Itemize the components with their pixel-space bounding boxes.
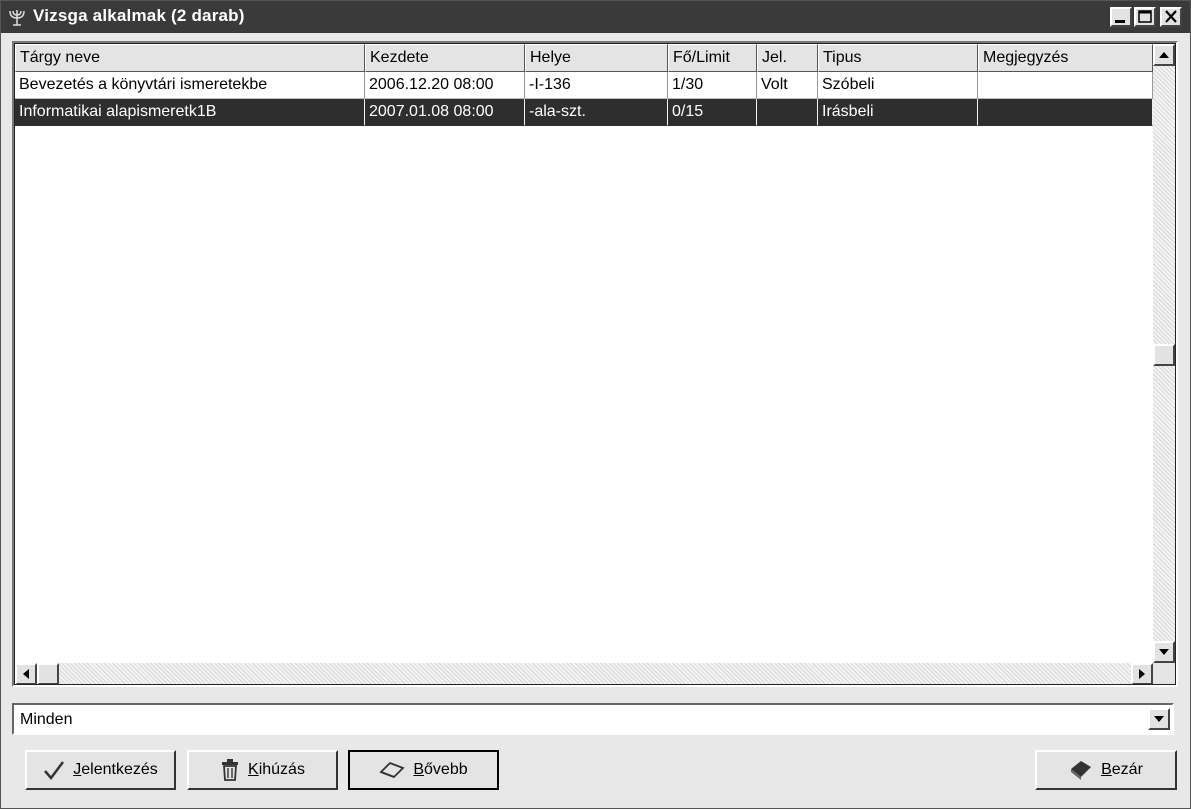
table-header: Tárgy neve Kezdete Helye Fő/Limit Jel. T… — [15, 44, 1153, 72]
vertical-scrollbar[interactable] — [1153, 44, 1175, 663]
cell-place: -ala-szt. — [525, 99, 668, 126]
eraser-icon — [379, 761, 405, 779]
close-window-button[interactable] — [1160, 7, 1182, 27]
column-header-jel[interactable]: Jel. — [757, 44, 818, 72]
close-button[interactable]: Bezár — [1035, 750, 1177, 790]
cell-jel — [757, 99, 818, 126]
book-icon — [1071, 761, 1092, 780]
cell-note — [978, 99, 1153, 126]
exam-table: Tárgy neve Kezdete Helye Fő/Limit Jel. T… — [14, 43, 1176, 685]
apply-button[interactable]: Jelentkezés — [25, 750, 176, 790]
horizontal-scrollbar[interactable] — [15, 663, 1153, 684]
dropdown-button[interactable] — [1148, 708, 1170, 730]
scroll-right-button[interactable] — [1131, 663, 1153, 684]
maximize-icon — [1138, 10, 1152, 23]
cell-start: 2006.12.20 08:00 — [365, 72, 525, 99]
column-header-start[interactable]: Kezdete — [365, 44, 525, 72]
close-icon — [1165, 10, 1177, 23]
minimize-icon — [1115, 20, 1125, 23]
cell-type: Szóbeli — [818, 72, 978, 99]
filter-dropdown[interactable]: Minden — [12, 703, 1174, 735]
cell-jel: Volt — [757, 72, 818, 99]
arrow-right-icon — [1139, 669, 1145, 679]
scroll-up-button[interactable] — [1153, 44, 1175, 66]
trash-icon — [222, 759, 239, 781]
column-header-place[interactable]: Helye — [525, 44, 668, 72]
close-button-label: Bezár — [1101, 761, 1143, 778]
arrow-down-icon — [1159, 649, 1169, 655]
more-button-label: Bővebb — [413, 761, 468, 778]
more-button[interactable]: Bővebb — [348, 750, 499, 790]
cell-subject: Bevezetés a könyvtári ismeretekbe — [15, 72, 365, 99]
arrow-left-icon — [23, 669, 29, 679]
maximize-button[interactable] — [1134, 7, 1156, 27]
column-header-note[interactable]: Megjegyzés — [978, 44, 1153, 72]
column-header-subject[interactable]: Tárgy neve — [15, 44, 365, 72]
arrow-up-icon — [1159, 52, 1169, 58]
column-header-limit[interactable]: Fő/Limit — [668, 44, 757, 72]
cell-note — [978, 72, 1153, 99]
cell-subject: Informatikai alapismeretk1B — [15, 99, 365, 126]
title-bar[interactable]: Vizsga alkalmak (2 darab) — [1, 1, 1190, 33]
menorah-icon — [9, 10, 25, 26]
vertical-scroll-thumb[interactable] — [1153, 344, 1175, 366]
chevron-down-icon — [1154, 716, 1164, 722]
filter-value: Minden — [20, 711, 73, 728]
cell-type: Irásbeli — [818, 99, 978, 126]
cell-start: 2007.01.08 08:00 — [365, 99, 525, 126]
window-title: Vizsga alkalmak (2 darab) — [33, 6, 245, 25]
horizontal-scroll-thumb[interactable] — [37, 663, 59, 684]
cell-limit: 0/15 — [668, 99, 757, 126]
checkmark-icon — [44, 761, 65, 780]
apply-button-label: Jelentkezés — [73, 761, 158, 778]
column-header-type[interactable]: Tipus — [818, 44, 978, 72]
cell-place: -I-136 — [525, 72, 668, 99]
cell-limit: 1/30 — [668, 72, 757, 99]
exam-window: Vizsga alkalmak (2 darab) Tárgy neve Kez… — [0, 0, 1191, 809]
remove-button-label: Kihúzás — [248, 761, 305, 778]
remove-button[interactable]: Kihúzás — [187, 750, 338, 790]
scroll-left-button[interactable] — [15, 663, 37, 684]
exam-table-frame: Tárgy neve Kezdete Helye Fő/Limit Jel. T… — [12, 41, 1178, 687]
table-row-selected[interactable]: Informatikai alapismeretk1B 2007.01.08 0… — [15, 99, 1153, 126]
minimize-button[interactable] — [1110, 7, 1132, 27]
table-row[interactable]: Bevezetés a könyvtári ismeretekbe 2006.1… — [15, 72, 1153, 99]
scrollbar-corner — [1153, 663, 1175, 684]
scroll-down-button[interactable] — [1153, 641, 1175, 663]
